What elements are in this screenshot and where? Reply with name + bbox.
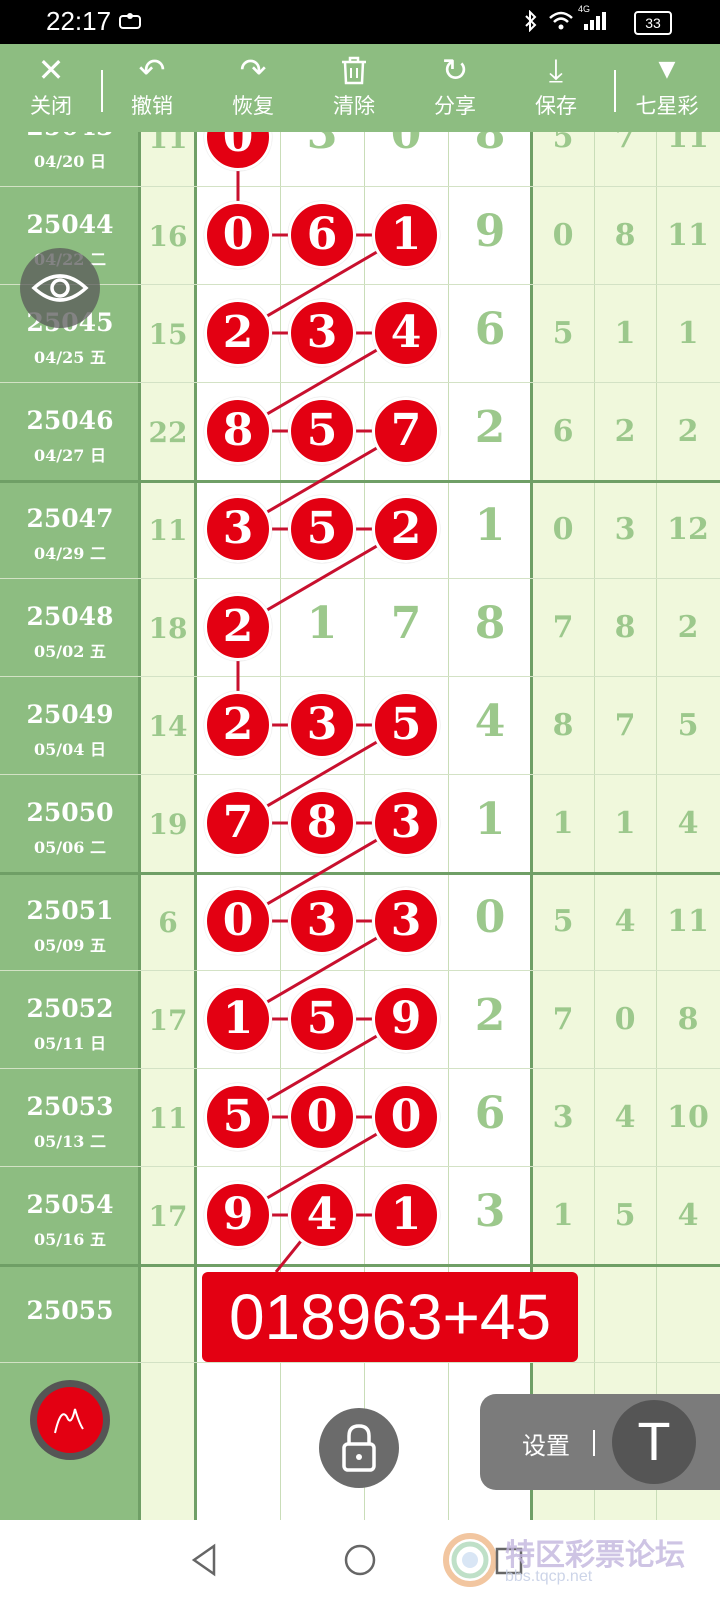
trash-icon — [309, 44, 399, 94]
highlight-ball[interactable]: 1 — [372, 201, 440, 269]
highlight-ball[interactable]: 5 — [288, 397, 356, 465]
highlight-ball[interactable]: 4 — [288, 1181, 356, 1249]
bluetooth-icon — [524, 9, 538, 37]
highlight-ball[interactable]: 2 — [204, 593, 272, 661]
highlight-ball[interactable]: 5 — [372, 691, 440, 759]
share-icon: ↻ — [441, 51, 469, 89]
share-button[interactable]: ↻ 分享 — [410, 44, 500, 132]
save-label: 保存 — [535, 94, 577, 118]
status-bar: 22:17 4G 33 — [0, 0, 720, 44]
highlight-ball[interactable]: 6 — [288, 201, 356, 269]
download-icon: ⤓ — [548, 51, 564, 89]
highlight-ball[interactable]: 5 — [288, 495, 356, 563]
highlight-ball[interactable]: 0 — [372, 1083, 440, 1151]
watermark-logo-icon — [443, 1533, 497, 1587]
highlight-ball[interactable]: 2 — [204, 691, 272, 759]
lock-icon — [342, 1424, 376, 1472]
network-type: 4G — [578, 4, 591, 14]
highlight-ball[interactable]: 7 — [204, 789, 272, 857]
close-label: 关闭 — [30, 94, 72, 118]
clear-button[interactable]: 清除 — [309, 44, 399, 132]
highlight-ball[interactable]: 9 — [204, 1181, 272, 1249]
redo-button[interactable]: ↷ 恢复 — [208, 44, 298, 132]
scribble-icon — [54, 1408, 84, 1434]
eye-icon — [31, 274, 89, 302]
redo-icon: ↷ — [239, 51, 267, 89]
highlight-ball[interactable]: 0 — [288, 1083, 356, 1151]
highlight-ball[interactable]: 1 — [372, 1181, 440, 1249]
dropdown-triangle-icon: ▼ — [658, 57, 676, 82]
save-button[interactable]: ⤓ 保存 — [511, 44, 601, 132]
pen-tool-inner — [37, 1387, 103, 1453]
highlight-ball[interactable]: 1 — [204, 985, 272, 1053]
highlight-ball[interactable]: 5 — [288, 985, 356, 1053]
lottery-label: 七星彩 — [635, 94, 699, 118]
prediction-box[interactable]: 018963+45 — [202, 1272, 578, 1362]
settings-divider — [593, 1430, 595, 1456]
highlight-ball[interactable]: 3 — [288, 691, 356, 759]
highlight-ball[interactable]: 4 — [372, 299, 440, 367]
toolbar: ✕ 关闭 ↶ 撤销 ↷ 恢复 清除 ↻ 分享 ⤓ 保存 ▼ 七星彩 — [0, 44, 720, 132]
highlight-ball[interactable]: 3 — [288, 299, 356, 367]
visibility-toggle-button[interactable] — [20, 248, 100, 328]
toolbar-divider — [614, 70, 616, 112]
notification-icon — [118, 10, 142, 35]
pen-tool-button[interactable] — [30, 1380, 110, 1460]
highlight-ball[interactable]: 3 — [204, 495, 272, 563]
back-icon[interactable] — [188, 1542, 220, 1578]
undo-icon: ↶ — [138, 51, 166, 89]
highlight-ball[interactable]: 2 — [372, 495, 440, 563]
status-time: 22:17 — [46, 6, 112, 36]
highlight-ball[interactable]: 7 — [372, 397, 440, 465]
close-button[interactable]: ✕ 关闭 — [6, 44, 96, 132]
watermark-url: bbs.tqcp.net — [505, 1568, 593, 1585]
share-label: 分享 — [434, 94, 476, 118]
highlight-ball[interactable]: 3 — [288, 887, 356, 955]
undo-label: 撤销 — [131, 94, 173, 118]
home-icon[interactable] — [342, 1542, 378, 1578]
toolbar-divider — [101, 70, 103, 112]
battery-indicator: 33 — [634, 11, 672, 35]
highlight-ball[interactable]: 0 — [204, 201, 272, 269]
highlight-ball[interactable]: 8 — [288, 789, 356, 857]
highlight-ball[interactable]: 5 — [204, 1083, 272, 1151]
redo-label: 恢复 — [232, 94, 274, 118]
lock-button[interactable] — [319, 1408, 399, 1488]
signal-icon: 4G — [578, 4, 608, 37]
text-tool-button[interactable]: T — [612, 1400, 696, 1484]
settings-button[interactable]: 设置 — [522, 1426, 570, 1461]
highlight-ball[interactable]: 9 — [372, 985, 440, 1053]
undo-button[interactable]: ↶ 撤销 — [107, 44, 197, 132]
wifi-icon — [548, 10, 574, 37]
clear-label: 清除 — [333, 94, 375, 118]
highlight-ball[interactable]: 0 — [204, 887, 272, 955]
highlight-ball[interactable]: 3 — [372, 789, 440, 857]
highlight-ball[interactable]: 8 — [204, 397, 272, 465]
lottery-selector[interactable]: ▼ 七星彩 — [622, 44, 712, 132]
close-icon: ✕ — [37, 51, 65, 89]
highlight-ball[interactable]: 2 — [204, 299, 272, 367]
highlight-ball[interactable]: 3 — [372, 887, 440, 955]
